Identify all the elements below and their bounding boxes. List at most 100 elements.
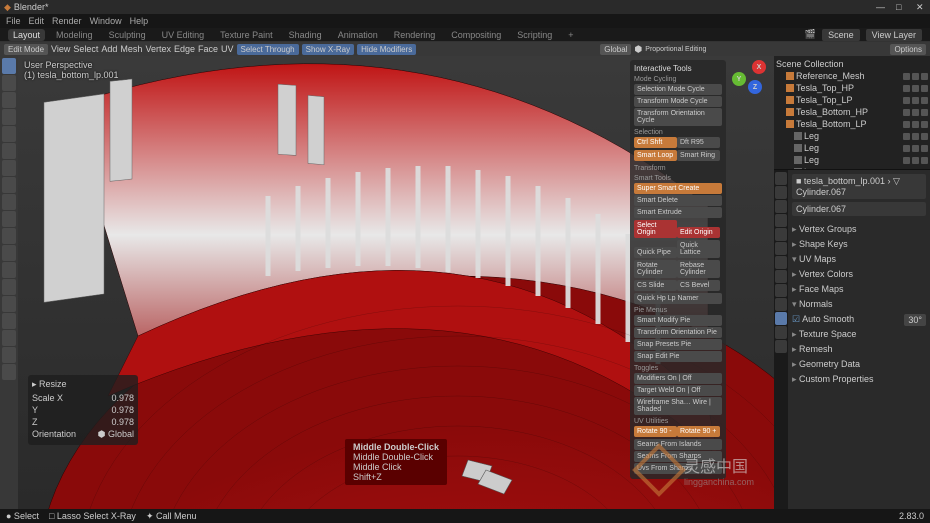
btn-rebcyl[interactable]: Rotate Cylinder xyxy=(634,260,677,278)
nav-gizmo[interactable]: X Y Z xyxy=(734,62,766,94)
menu-file[interactable]: File xyxy=(6,16,21,26)
btn-smartextrude[interactable]: Smart Extrude xyxy=(634,207,722,218)
outliner-item[interactable]: Tesla_Bottom_HP xyxy=(776,106,928,118)
tab-uv[interactable]: UV Editing xyxy=(157,29,210,41)
hdr-uv[interactable]: UV xyxy=(221,44,234,54)
tool-spin[interactable] xyxy=(2,296,16,312)
btn-csbevel[interactable]: CS Bevel xyxy=(677,280,720,291)
outliner-item[interactable]: Leg xyxy=(776,130,928,142)
minimize-icon[interactable]: — xyxy=(876,2,886,12)
btn-targetweld[interactable]: Target Weld On | Off xyxy=(634,385,722,396)
ptab-constraints[interactable] xyxy=(775,298,787,311)
tab-sculpting[interactable]: Sculpting xyxy=(104,29,151,41)
btn-rot90p[interactable]: Rotate 90 + xyxy=(677,426,720,437)
tool-rotate[interactable] xyxy=(2,109,16,125)
tool-select[interactable] xyxy=(2,58,16,74)
tool-bevel[interactable] xyxy=(2,228,16,244)
btn-seamssharps[interactable]: Seams From Sharps xyxy=(634,451,722,462)
btn-hpnamer[interactable]: Quick Hp Lp Namer xyxy=(634,293,722,304)
btn-ctrlshft[interactable]: Ctrl Shft xyxy=(634,137,677,148)
ptab-material[interactable] xyxy=(775,326,787,339)
sect-vgroups[interactable]: Vertex Groups xyxy=(792,222,926,237)
menu-edit[interactable]: Edit xyxy=(29,16,45,26)
tool-measure[interactable] xyxy=(2,177,16,193)
btn-qlattice[interactable]: Quick Lattice xyxy=(677,240,720,258)
btn-supersmart[interactable]: Super Smart Create xyxy=(634,183,722,194)
hdr-face[interactable]: Face xyxy=(198,44,218,54)
tab-layout[interactable]: Layout xyxy=(8,29,45,41)
opt-hidemod[interactable]: Hide Modifiers xyxy=(357,44,416,55)
btn-snappresetpie[interactable]: Snap Presets Pie xyxy=(634,339,722,350)
scale-x-val[interactable]: 0.978 xyxy=(111,393,134,403)
ptab-particles[interactable] xyxy=(775,270,787,283)
sect-normals[interactable]: Normals xyxy=(792,297,926,312)
outliner-item[interactable]: Tesla_Bottom_LP xyxy=(776,118,928,130)
tool-scale[interactable] xyxy=(2,126,16,142)
outliner-item[interactable]: Tesla_Top_HP xyxy=(776,82,928,94)
hdr-view[interactable]: View xyxy=(51,44,70,54)
outliner-item[interactable]: Leg xyxy=(776,154,928,166)
tab-comp[interactable]: Compositing xyxy=(446,29,506,41)
sect-shapekeys[interactable]: Shape Keys xyxy=(792,237,926,252)
btn-wireframe[interactable]: Wireframe Sha… Wire | Shaded xyxy=(634,397,722,415)
tab-anim[interactable]: Animation xyxy=(333,29,383,41)
snap-icon[interactable]: ⬢ xyxy=(634,44,642,55)
tool-move[interactable] xyxy=(2,92,16,108)
outliner[interactable]: Scene Collection Reference_MeshTesla_Top… xyxy=(774,56,930,170)
sect-remesh[interactable]: Remesh xyxy=(792,342,926,357)
sect-customprops[interactable]: Custom Properties xyxy=(792,372,926,387)
btn-uvssharps[interactable]: Uvs From Sharps xyxy=(634,463,722,474)
btn-rebcyl2[interactable]: Rebase Cylinder xyxy=(677,260,720,278)
options-dropdown[interactable]: Options xyxy=(890,44,926,55)
sect-geomdata[interactable]: Geometry Data xyxy=(792,357,926,372)
ptab-texture[interactable] xyxy=(775,340,787,353)
opt-selthrough[interactable]: Select Through xyxy=(237,44,299,55)
tool-extrude[interactable] xyxy=(2,194,16,210)
viewport-3d[interactable]: User Perspective (1) tesla_bottom_lp.001… xyxy=(18,56,774,509)
hdr-add[interactable]: Add xyxy=(101,44,117,54)
sect-uvmaps[interactable]: UV Maps xyxy=(792,252,926,267)
viewlayer-selector[interactable]: View Layer xyxy=(866,29,922,41)
menu-help[interactable]: Help xyxy=(130,16,149,26)
btn-transorientcycle[interactable]: Transform Orientation Cycle xyxy=(634,108,722,126)
tool-rip[interactable] xyxy=(2,364,16,380)
orient-val[interactable]: ⬢ Global xyxy=(98,429,134,440)
tab-shading[interactable]: Shading xyxy=(284,29,327,41)
btn-smartloop[interactable]: Smart Loop xyxy=(634,150,677,161)
redo-panel[interactable]: ▸ Resize Scale X0.978 Y0.978 Z0.978 Orie… xyxy=(28,375,138,445)
ptab-modifiers[interactable] xyxy=(775,256,787,269)
tool-poly[interactable] xyxy=(2,279,16,295)
axis-y-icon[interactable]: Y xyxy=(732,72,746,86)
btn-selorigin[interactable]: Select Origin xyxy=(634,220,677,238)
btn-seamsislands[interactable]: Seams From Islands xyxy=(634,439,722,450)
btn-modtoggle[interactable]: Modifiers On | Off xyxy=(634,373,722,384)
menu-window[interactable]: Window xyxy=(90,16,122,26)
ptab-output[interactable] xyxy=(775,186,787,199)
hdr-vertex[interactable]: Vertex xyxy=(145,44,171,54)
autosmooth-check[interactable]: Auto Smooth xyxy=(792,313,854,326)
tool-knife[interactable] xyxy=(2,262,16,278)
tool-transform[interactable] xyxy=(2,143,16,159)
btn-smartring[interactable]: Smart Ring xyxy=(677,150,720,161)
scale-y-val[interactable]: 0.978 xyxy=(111,405,134,415)
btn-smartmodpie[interactable]: Smart Modify Pie xyxy=(634,315,722,326)
ptab-physics[interactable] xyxy=(775,284,787,297)
ptab-scene[interactable] xyxy=(775,214,787,227)
tab-modeling[interactable]: Modeling xyxy=(51,29,98,41)
tool-shrink[interactable] xyxy=(2,347,16,363)
axis-x-icon[interactable]: X xyxy=(752,60,766,74)
close-icon[interactable]: ✕ xyxy=(916,2,926,12)
tool-inset[interactable] xyxy=(2,211,16,227)
tool-smooth[interactable] xyxy=(2,313,16,329)
tab-render[interactable]: Rendering xyxy=(389,29,441,41)
hdr-select[interactable]: Select xyxy=(73,44,98,54)
btn-transmodecycle[interactable]: Transform Mode Cycle xyxy=(634,96,722,107)
mode-selector[interactable]: Edit Mode xyxy=(4,44,48,55)
tool-loopcut[interactable] xyxy=(2,245,16,261)
btn-dft[interactable]: Dft R95 xyxy=(677,137,720,148)
orientation-global[interactable]: Global xyxy=(600,44,631,55)
btn-selmodecycle[interactable]: Selection Mode Cycle xyxy=(634,84,722,95)
sect-vcolors[interactable]: Vertex Colors xyxy=(792,267,926,282)
outliner-item[interactable]: Tesla_Top_LP xyxy=(776,94,928,106)
tab-add[interactable]: + xyxy=(563,29,578,41)
